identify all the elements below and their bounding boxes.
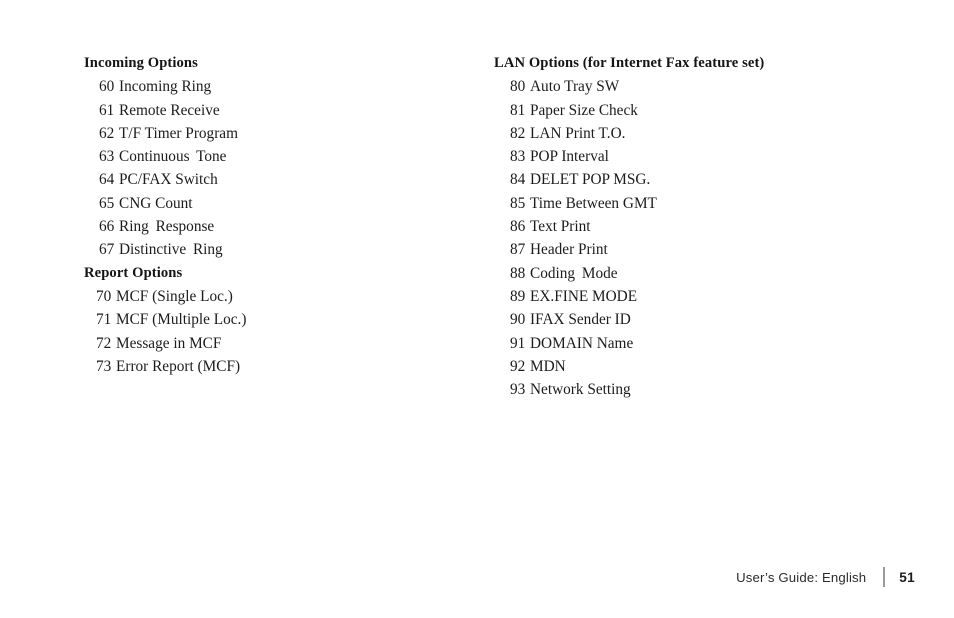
- menu-item-label: Message in MCF: [116, 334, 222, 352]
- list-item: 62 T/F Timer Program: [84, 122, 464, 145]
- section-header-lan-options: LAN Options (for Internet Fax feature se…: [494, 55, 765, 71]
- menu-item-label: MCF (Multiple Loc.): [116, 311, 247, 329]
- menu-item-number: 83: [510, 148, 526, 166]
- menu-item-number: 72: [96, 334, 112, 352]
- left-column: Incoming Options 60 Incoming Ring 61 Rem…: [84, 52, 464, 378]
- menu-item-label: PC/FAX Switch: [119, 171, 218, 189]
- menu-item-number: 88: [510, 264, 526, 282]
- menu-item-label: Incoming Ring: [119, 78, 212, 96]
- section-lan-options: LAN Options (for Internet Fax feature se…: [494, 52, 894, 401]
- list-item: 67 Distinctive Ring: [84, 238, 464, 261]
- menu-item-number: 71: [96, 311, 112, 329]
- menu-item-label: Header Print: [530, 241, 608, 259]
- list-item: 90 IFAX Sender ID: [494, 308, 894, 331]
- menu-item-number: 66: [99, 218, 115, 236]
- menu-item-label: DELET POP MSG.: [530, 171, 651, 189]
- list-item: 64 PC/FAX Switch: [84, 168, 464, 191]
- menu-item-label: LAN Print T.O.: [530, 124, 626, 142]
- menu-item-number: 80: [510, 78, 526, 96]
- menu-item-number: 93: [510, 381, 526, 399]
- menu-list-report-options: 70 MCF (Single Loc.) 71 MCF (Multiple Lo…: [84, 285, 464, 378]
- menu-item-number: 91: [510, 334, 526, 352]
- menu-item-number: 87: [510, 241, 526, 259]
- menu-item-number: 65: [99, 194, 115, 212]
- list-item: 71 MCF (Multiple Loc.): [84, 308, 464, 331]
- menu-item-label: Network Setting: [530, 381, 631, 399]
- menu-item-label: Ring Response: [119, 218, 215, 236]
- list-item: 87 Header Print: [494, 238, 894, 261]
- list-item: 66 Ring Response: [84, 215, 464, 238]
- menu-item-number: 89: [510, 287, 526, 305]
- right-column: LAN Options (for Internet Fax feature se…: [494, 52, 894, 401]
- menu-item-label: Coding Mode: [530, 264, 618, 282]
- menu-item-label: Text Print: [530, 218, 591, 236]
- list-item: 93 Network Setting: [494, 378, 894, 401]
- list-item: 82 LAN Print T.O.: [494, 122, 894, 145]
- section-header-incoming-options: Incoming Options: [84, 55, 198, 71]
- list-item: 91 DOMAIN Name: [494, 332, 894, 355]
- menu-item-label: CNG Count: [119, 194, 193, 212]
- list-item: 89 EX.FINE MODE: [494, 285, 894, 308]
- footer-guide-text: User’s Guide: English: [736, 569, 867, 585]
- page-footer: User’s Guide: English 51: [736, 566, 915, 588]
- list-item: 83 POP Interval: [494, 145, 894, 168]
- menu-item-number: 70: [96, 287, 112, 305]
- menu-item-label: Distinctive Ring: [119, 241, 223, 259]
- section-incoming-options: Incoming Options 60 Incoming Ring 61 Rem…: [84, 52, 464, 262]
- list-item: 80 Auto Tray SW: [494, 75, 894, 98]
- menu-item-label: Error Report (MCF): [116, 357, 241, 375]
- list-item: 70 MCF (Single Loc.): [84, 285, 464, 308]
- list-item: 65 CNG Count: [84, 192, 464, 215]
- menu-item-number: 60: [99, 78, 115, 96]
- list-item: 88 Coding Mode: [494, 262, 894, 285]
- menu-item-number: 92: [510, 357, 526, 375]
- menu-list-incoming-options: 60 Incoming Ring 61 Remote Receive 62 T/…: [84, 75, 464, 261]
- list-item: 73 Error Report (MCF): [84, 355, 464, 378]
- footer-divider: [883, 567, 886, 587]
- list-item: 60 Incoming Ring: [84, 75, 464, 98]
- list-item: 61 Remote Receive: [84, 99, 464, 122]
- menu-item-number: 90: [510, 311, 526, 329]
- menu-item-label: DOMAIN Name: [530, 334, 634, 352]
- menu-item-number: 86: [510, 218, 526, 236]
- menu-item-label: Time Between GMT: [530, 194, 657, 212]
- menu-item-label: Paper Size Check: [530, 101, 638, 119]
- menu-item-label: MCF (Single Loc.): [116, 287, 233, 305]
- list-item: 84 DELET POP MSG.: [494, 168, 894, 191]
- section-header-report-options: Report Options: [84, 264, 183, 281]
- menu-item-number: 85: [510, 194, 526, 212]
- menu-item-number: 64: [99, 171, 115, 189]
- menu-item-number: 81: [510, 101, 526, 119]
- list-item: 63 Continuous Tone: [84, 145, 464, 168]
- menu-item-number: 82: [510, 124, 526, 142]
- menu-item-number: 73: [96, 357, 112, 375]
- menu-item-label: MDN: [530, 357, 566, 375]
- list-item: 81 Paper Size Check: [494, 99, 894, 122]
- menu-item-number: 61: [99, 101, 115, 119]
- page-number: 51: [899, 569, 915, 585]
- document-page: Incoming Options 60 Incoming Ring 61 Rem…: [0, 0, 954, 618]
- menu-item-number: 67: [99, 241, 115, 259]
- menu-list-lan-options: 80 Auto Tray SW 81 Paper Size Check 82 L…: [494, 75, 894, 401]
- menu-item-number: 63: [99, 148, 115, 166]
- menu-item-label: POP Interval: [530, 148, 609, 166]
- section-report-options: Report Options 70 MCF (Single Loc.) 71 M…: [84, 262, 464, 378]
- menu-item-label: IFAX Sender ID: [530, 311, 631, 329]
- menu-item-number: 84: [510, 171, 526, 189]
- list-item: 85 Time Between GMT: [494, 192, 894, 215]
- list-item: 86 Text Print: [494, 215, 894, 238]
- menu-item-number: 62: [99, 124, 115, 142]
- menu-item-label: Auto Tray SW: [530, 78, 620, 96]
- menu-item-label: T/F Timer Program: [119, 124, 238, 142]
- menu-item-label: Continuous Tone: [119, 148, 227, 166]
- menu-item-label: Remote Receive: [119, 101, 220, 119]
- list-item: 72 Message in MCF: [84, 332, 464, 355]
- list-item: 92 MDN: [494, 355, 894, 378]
- menu-item-label: EX.FINE MODE: [530, 287, 638, 305]
